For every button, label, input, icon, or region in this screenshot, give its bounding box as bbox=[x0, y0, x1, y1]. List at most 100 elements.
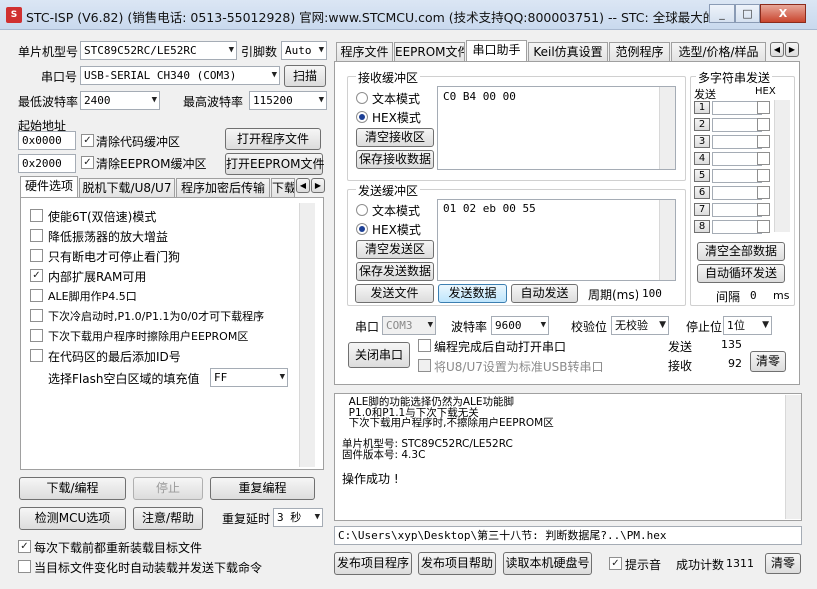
maximize-button[interactable]: □ bbox=[735, 4, 760, 23]
tab-hardware[interactable]: 硬件选项 bbox=[20, 176, 78, 198]
sound-checkbox[interactable]: ✓ bbox=[609, 557, 622, 570]
save-recv-button[interactable]: 保存接收数据 bbox=[356, 150, 434, 169]
download-button[interactable]: 下载/编程 bbox=[19, 477, 126, 500]
option-checkbox[interactable] bbox=[30, 209, 43, 222]
period-input[interactable]: 100 bbox=[638, 284, 665, 303]
slot-send-button[interactable]: 1 bbox=[694, 101, 710, 114]
slot-input[interactable] bbox=[712, 152, 762, 166]
recv-text-radio[interactable] bbox=[356, 92, 368, 104]
auto-send-checkbox[interactable] bbox=[18, 560, 31, 573]
slot-input[interactable] bbox=[712, 118, 762, 132]
option-checkbox[interactable] bbox=[30, 249, 43, 262]
auto-open-checkbox[interactable] bbox=[418, 339, 431, 352]
publish-help-button[interactable]: 发布项目帮助 bbox=[418, 552, 496, 575]
save-send-button[interactable]: 保存发送数据 bbox=[356, 262, 434, 281]
tab-encrypt[interactable]: 程序加密后传输 bbox=[176, 178, 270, 198]
slot-hex-checkbox[interactable] bbox=[757, 101, 770, 114]
fill-value-select[interactable]: FF ▼ bbox=[210, 368, 288, 387]
stopbit-select[interactable]: 1位 ▼ bbox=[723, 316, 772, 335]
slot-hex-checkbox[interactable] bbox=[757, 169, 770, 182]
tab-eeprom-file[interactable]: EEPROM文件 bbox=[394, 42, 465, 62]
slot-input[interactable] bbox=[712, 203, 762, 217]
slot-input[interactable] bbox=[712, 220, 762, 234]
send-scrollbar[interactable] bbox=[659, 200, 675, 280]
option-checkbox[interactable] bbox=[30, 289, 43, 302]
min-baud-select[interactable]: 2400 ▼ bbox=[80, 91, 160, 110]
tab-scroll-left-icon[interactable]: ◀ bbox=[296, 178, 310, 193]
option-checkbox[interactable] bbox=[30, 309, 43, 322]
clear-count-button[interactable]: 清零 bbox=[750, 351, 786, 372]
scan-button[interactable]: 扫描 bbox=[284, 65, 326, 87]
tab-scroll-left-icon[interactable]: ◀ bbox=[770, 42, 784, 57]
send-data-button[interactable]: 发送数据 bbox=[438, 284, 507, 303]
usb-checkbox[interactable] bbox=[418, 359, 431, 372]
option-checkbox[interactable] bbox=[30, 329, 43, 342]
slot-hex-checkbox[interactable] bbox=[757, 220, 770, 233]
read-disk-button[interactable]: 读取本机硬盘号 bbox=[503, 552, 592, 575]
slot-hex-checkbox[interactable] bbox=[757, 186, 770, 199]
log-scrollbar[interactable] bbox=[785, 395, 801, 519]
open-eeprom-button[interactable]: 打开EEPROM文件 bbox=[225, 153, 325, 175]
slot-input[interactable] bbox=[712, 169, 762, 183]
pin-select[interactable]: Auto ▼ bbox=[281, 41, 327, 60]
publish-project-button[interactable]: 发布项目程序 bbox=[334, 552, 412, 575]
auto-send-button[interactable]: 自动发送 bbox=[511, 284, 578, 303]
slot-send-button[interactable]: 7 bbox=[694, 203, 710, 216]
clear-recv-button[interactable]: 清空接收区 bbox=[356, 128, 434, 147]
slot-input[interactable] bbox=[712, 101, 762, 115]
recv-hex-radio[interactable] bbox=[356, 111, 368, 123]
multi-scrollbar[interactable] bbox=[774, 100, 790, 232]
tab-selection[interactable]: 选型/价格/样品 bbox=[671, 42, 766, 62]
parity-select[interactable]: 无校验 ▼ bbox=[611, 316, 669, 335]
send-hex-radio[interactable] bbox=[356, 223, 368, 235]
slot-hex-checkbox[interactable] bbox=[757, 203, 770, 216]
option-checkbox[interactable]: ✓ bbox=[30, 269, 43, 282]
tab-offline[interactable]: 脱机下载/U8/U7 bbox=[79, 178, 175, 198]
slot-send-button[interactable]: 6 bbox=[694, 186, 710, 199]
slot-input[interactable] bbox=[712, 186, 762, 200]
help-button[interactable]: 注意/帮助 bbox=[133, 507, 203, 530]
port-select[interactable]: USB-SERIAL CH340 (COM3) ▼ bbox=[80, 66, 280, 85]
slot-send-button[interactable]: 5 bbox=[694, 169, 710, 182]
slot-send-button[interactable]: 4 bbox=[694, 152, 710, 165]
close-port-button[interactable]: 关闭串口 bbox=[348, 342, 410, 368]
reload-checkbox[interactable]: ✓ bbox=[18, 540, 31, 553]
open-program-button[interactable]: 打开程序文件 bbox=[225, 128, 321, 150]
hex-path-field[interactable]: C:\Users\xyp\Desktop\第三十八节: 判断数据尾?..\PM.… bbox=[334, 526, 802, 545]
interval-input[interactable]: 0 bbox=[746, 286, 770, 305]
loop-send-button[interactable]: 自动循环发送 bbox=[697, 264, 785, 283]
stop-button[interactable]: 停止 bbox=[133, 477, 203, 500]
clear-code-checkbox[interactable]: ✓ bbox=[81, 134, 94, 147]
options-scrollbar[interactable] bbox=[299, 203, 315, 467]
close-button[interactable]: X bbox=[760, 4, 806, 23]
option-checkbox[interactable] bbox=[30, 349, 43, 362]
baud-select[interactable]: 9600 ▼ bbox=[491, 316, 549, 335]
max-baud-select[interactable]: 115200 ▼ bbox=[249, 91, 327, 110]
option-checkbox[interactable] bbox=[30, 229, 43, 242]
clear-send-button[interactable]: 清空发送区 bbox=[356, 240, 434, 259]
check-mcu-button[interactable]: 检测MCU选项 bbox=[19, 507, 126, 530]
minimize-button[interactable]: _ bbox=[709, 4, 735, 23]
tab-scroll-right-icon[interactable]: ▶ bbox=[785, 42, 799, 57]
slot-input[interactable] bbox=[712, 135, 762, 149]
tab-examples[interactable]: 范例程序 bbox=[609, 42, 670, 62]
send-text-radio[interactable] bbox=[356, 204, 368, 216]
slot-hex-checkbox[interactable] bbox=[757, 118, 770, 131]
tab-serial-assistant[interactable]: 串口助手 bbox=[466, 40, 527, 62]
tab-scroll-right-icon[interactable]: ▶ bbox=[311, 178, 325, 193]
tab-download[interactable]: 下载 bbox=[271, 178, 295, 198]
code-addr-input[interactable]: 0x0000 bbox=[18, 131, 76, 150]
eeprom-addr-input[interactable]: 0x2000 bbox=[18, 154, 76, 173]
slot-send-button[interactable]: 2 bbox=[694, 118, 710, 131]
reprogram-button[interactable]: 重复编程 bbox=[210, 477, 315, 500]
mcu-select[interactable]: STC89C52RC/LE52RC ▼ bbox=[80, 41, 237, 60]
clear-all-button[interactable]: 清空全部数据 bbox=[697, 242, 785, 261]
delay-select[interactable]: 3 秒 ▼ bbox=[273, 508, 323, 527]
tab-keil[interactable]: Keil仿真设置 bbox=[528, 42, 608, 62]
recv-scrollbar[interactable] bbox=[659, 87, 675, 169]
tab-program-file[interactable]: 程序文件 bbox=[336, 42, 393, 62]
slot-hex-checkbox[interactable] bbox=[757, 135, 770, 148]
clear-eeprom-checkbox[interactable]: ✓ bbox=[81, 156, 94, 169]
slot-send-button[interactable]: 8 bbox=[694, 220, 710, 233]
clear-success-button[interactable]: 清零 bbox=[765, 553, 801, 574]
